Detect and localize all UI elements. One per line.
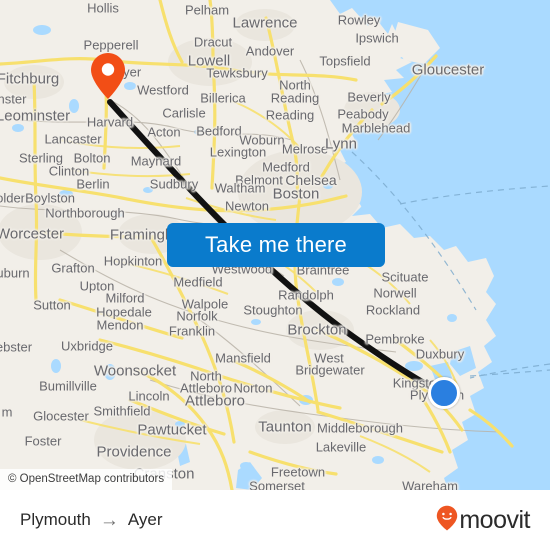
map-place-label: Sutton — [33, 297, 71, 313]
moovit-trip-screen: Hollis Pelham Lawrence Rowley Gloucester Pepp… — [0, 0, 550, 550]
map-place-label: Glocester — [33, 408, 89, 424]
map-place-label: Berlin — [76, 176, 110, 192]
map-place-label: Duxbury — [415, 346, 465, 362]
map-place-label: Boylston — [25, 190, 75, 206]
map-place-label: Westford — [137, 82, 189, 98]
map-place-label: m — [1, 404, 13, 420]
map-place-label: Gloucester — [411, 61, 485, 79]
map-place-label: Franklin — [168, 323, 216, 339]
map-place-label: Middleborough — [316, 420, 404, 436]
map-place-label: Pepperell — [83, 37, 139, 53]
map-place-label: Ipswich — [355, 30, 399, 46]
map-place-label: Freetown — [270, 464, 326, 480]
map-place-label: ebster — [0, 339, 33, 355]
map-place-label: Peabody — [337, 106, 389, 122]
moovit-pin-icon — [436, 505, 458, 536]
map-place-label: Providence — [96, 443, 172, 461]
map-place-label: Lynn — [325, 135, 357, 153]
map-attribution[interactable]: © OpenStreetMap contributors — [0, 469, 173, 490]
map-place-label: uburn — [0, 265, 30, 281]
map-place-label: Acton — [147, 124, 181, 140]
map-place-label: nster — [0, 91, 27, 107]
arrow-right-icon: → — [99, 509, 119, 531]
map-place-label: Beverly — [347, 89, 391, 105]
map-place-label: Boston — [272, 185, 320, 203]
map-place-label: Pelham — [184, 2, 230, 18]
trip-origin-label: Plymouth — [20, 510, 91, 529]
map-place-label: Sudbury — [149, 176, 199, 192]
map-place-label: Norfolk — [176, 308, 218, 324]
map-place-label: Northborough — [45, 205, 125, 221]
map-place-label: Attleboro — [184, 392, 246, 410]
trip-summary: Plymouth → Ayer — [20, 510, 163, 530]
map-place-label: Pawtucket — [137, 421, 207, 439]
map-place-label: Andover — [245, 43, 295, 59]
map-place-label: Bedford — [196, 123, 242, 139]
map-place-label: Lincoln — [128, 388, 170, 404]
map-place-label: Lexington — [209, 144, 267, 160]
map-place-label: Bumillville — [39, 378, 97, 394]
map-place-label: Pembroke — [365, 331, 425, 347]
map-place-label: Hopkinton — [103, 253, 163, 269]
map-place-label: Topsfield — [319, 53, 371, 69]
map-place-label: Harvard — [86, 114, 134, 130]
map-place-label: Lawrence — [232, 14, 298, 32]
trip-destination-label: Ayer — [127, 510, 163, 529]
map-place-label: Newton — [224, 198, 270, 214]
map-place-label: Lancaster — [44, 131, 102, 147]
map-place-label: Billerica — [200, 90, 246, 106]
map-canvas[interactable]: Hollis Pelham Lawrence Rowley Gloucester Pepp… — [0, 0, 550, 490]
map-place-label: Milford — [105, 290, 145, 306]
map-place-label: Tewksbury — [206, 65, 268, 81]
origin-marker-pin[interactable] — [89, 52, 127, 100]
bottom-bar: Plymouth → Ayer moovit — [0, 490, 550, 550]
map-place-label: Reading — [270, 90, 320, 106]
map-place-label: Bridgewater — [295, 362, 365, 378]
map-place-label: Fitchburg — [0, 70, 60, 88]
map-place-label: Worcester — [0, 225, 65, 243]
map-place-label: Mendon — [96, 317, 144, 333]
map-place-label: Dracut — [193, 34, 233, 50]
map-place-label: Reading — [265, 107, 315, 123]
take-me-there-button[interactable]: Take me there — [167, 223, 385, 267]
map-place-label: Maynard — [130, 153, 182, 169]
map-place-label: Waltham — [214, 180, 266, 196]
map-place-label: Randolph — [278, 287, 334, 303]
map-place-label: Leominster — [0, 107, 71, 125]
map-place-label: Mansfield — [215, 350, 271, 366]
map-place-label: Wareham — [402, 478, 458, 491]
map-place-label: olden — [0, 190, 28, 206]
destination-marker-dot[interactable] — [428, 377, 460, 409]
map-place-label: Scituate — [381, 269, 429, 285]
map-place-label: Hollis — [87, 0, 119, 16]
map-place-label: Taunton — [258, 418, 312, 436]
map-place-label: Woonsocket — [93, 362, 177, 380]
map-place-label: Foster — [24, 433, 62, 449]
map-place-label: Rowley — [337, 12, 381, 28]
map-place-label: Carlisle — [162, 105, 206, 121]
map-place-label: Lakeville — [315, 439, 367, 455]
map-place-label: Norwell — [373, 285, 417, 301]
map-place-label: Brockton — [287, 321, 347, 339]
moovit-wordmark: moovit — [459, 505, 530, 534]
map-place-label: Grafton — [51, 260, 95, 276]
map-place-label: Stoughton — [243, 302, 303, 318]
map-place-label: Smithfield — [93, 403, 151, 419]
map-place-label: Medfield — [173, 274, 223, 290]
map-place-label: Somerset — [249, 478, 305, 491]
map-place-label: Melrose — [281, 141, 329, 157]
map-place-label: Uxbridge — [60, 338, 114, 354]
moovit-logo[interactable]: moovit — [436, 505, 530, 536]
map-place-label: Rockland — [365, 302, 421, 318]
map-place-label: Marblehead — [341, 120, 411, 136]
